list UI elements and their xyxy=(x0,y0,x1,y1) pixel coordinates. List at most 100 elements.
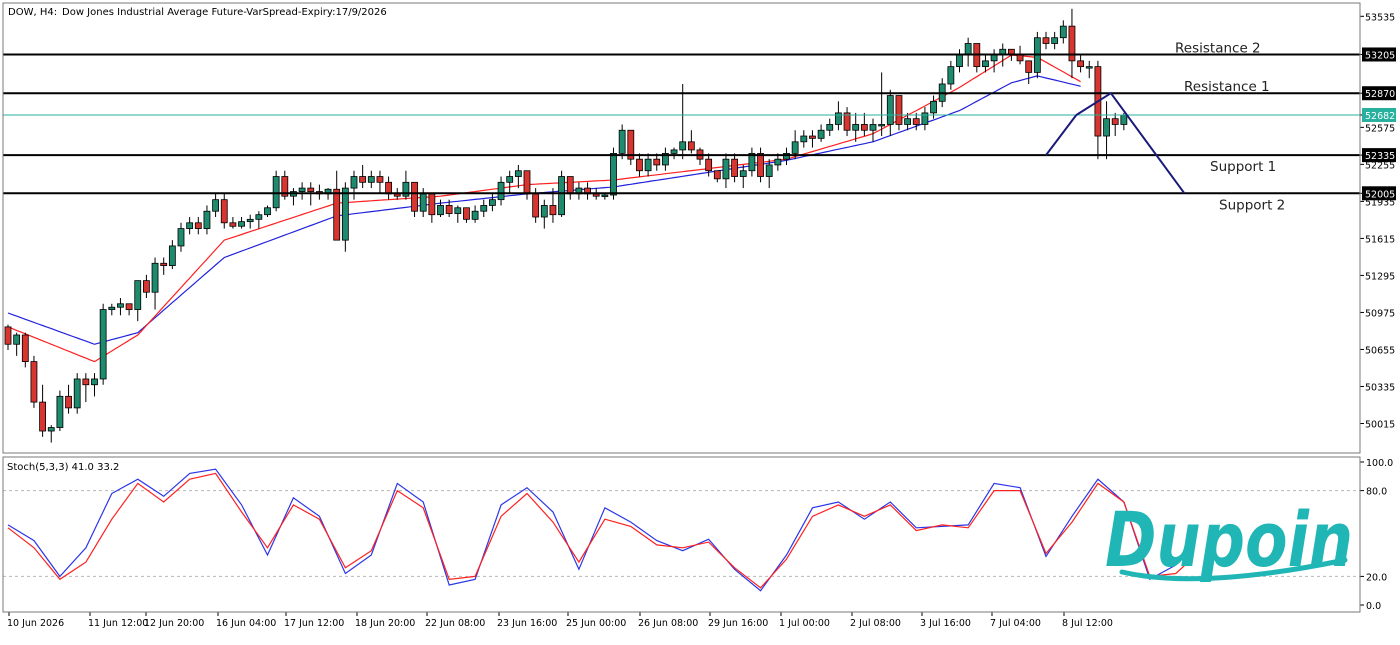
candle-body xyxy=(956,54,963,68)
candle-body xyxy=(1051,37,1059,44)
candle-body xyxy=(566,176,574,195)
x-axis-label: 12 Jun 20:00 xyxy=(144,618,204,629)
candle-body xyxy=(246,218,254,223)
candle-body xyxy=(220,199,228,224)
candle-body xyxy=(238,221,245,227)
candle-body xyxy=(497,181,505,201)
candle-body xyxy=(454,207,462,214)
candle-body xyxy=(255,214,263,220)
y-axis-label: 53535 xyxy=(1365,12,1395,23)
level-label-1: Resistance 2 xyxy=(1175,40,1261,56)
x-axis-label: 29 Jun 16:00 xyxy=(708,618,768,629)
level-label-4: Support 2 xyxy=(1219,197,1285,213)
x-axis-label: 23 Jun 16:00 xyxy=(497,618,557,629)
candle-body xyxy=(1085,66,1093,69)
candle-body xyxy=(739,170,747,177)
candle-body xyxy=(350,176,358,189)
candle-body xyxy=(549,205,557,216)
chart-root: Resistance 2 Resistance 1 Support 1 Support… xyxy=(0,0,1400,641)
candle-body xyxy=(194,222,202,229)
x-axis-label: 10 Jun 2026 xyxy=(7,618,64,629)
candle-body xyxy=(774,158,782,166)
candle-body xyxy=(1068,25,1076,62)
candle-body xyxy=(904,118,911,125)
candle-body xyxy=(636,158,643,172)
candle-body xyxy=(1016,54,1024,62)
y-axis-label: 52575 xyxy=(1365,123,1395,134)
candle-body xyxy=(852,124,860,131)
candle-body xyxy=(298,187,306,192)
x-axis-label: 8 Jul 12:00 xyxy=(1062,618,1113,629)
x-axis-label: 26 Jun 08:00 xyxy=(638,618,698,629)
candle-body xyxy=(82,378,90,386)
candle-body xyxy=(160,262,168,266)
candle-body xyxy=(930,100,937,114)
candle-body xyxy=(264,207,271,216)
chart-symbol: DOW, H4: xyxy=(8,7,57,18)
candle-body xyxy=(480,205,488,212)
candle-body xyxy=(471,210,479,220)
candle-body xyxy=(419,193,427,212)
candle-body xyxy=(809,135,816,139)
candle-body xyxy=(713,170,721,180)
candle-body xyxy=(679,141,687,151)
candle-body xyxy=(722,158,730,180)
y-axis-label: 51935 xyxy=(1365,197,1395,208)
x-axis-label: 1 Jul 00:00 xyxy=(779,618,830,629)
candle-body xyxy=(601,194,609,197)
candle-body xyxy=(177,228,185,247)
candle-body xyxy=(947,66,955,85)
candle-body xyxy=(982,60,989,68)
price-tag-label: 52870 xyxy=(1365,89,1395,100)
candle-body xyxy=(13,334,21,345)
y-axis-label: 50015 xyxy=(1365,420,1395,431)
candle-body xyxy=(644,158,652,172)
candle-body xyxy=(437,205,444,216)
candle-body xyxy=(817,129,825,139)
stoch-axis-label: 0.0 xyxy=(1366,601,1381,612)
candle-body xyxy=(506,176,514,183)
candle-body xyxy=(1111,118,1119,125)
candle-body xyxy=(30,361,38,403)
candle-body xyxy=(47,427,55,432)
candle-body xyxy=(229,222,237,227)
x-axis-label: 3 Jul 16:00 xyxy=(920,618,971,629)
candle-body xyxy=(610,152,617,196)
y-axis-label: 52255 xyxy=(1365,160,1395,171)
candle-body xyxy=(168,245,176,266)
candle-body xyxy=(964,43,972,56)
candle-body xyxy=(134,280,142,310)
candle-body xyxy=(826,124,834,131)
candle-body xyxy=(886,95,894,125)
x-axis-label: 2 Jul 08:00 xyxy=(850,618,901,629)
x-axis-label: 11 Jun 12:00 xyxy=(88,618,148,629)
level-label-3: Support 1 xyxy=(1210,159,1276,175)
level-label-2: Resistance 1 xyxy=(1184,79,1270,95)
candle-body xyxy=(523,170,531,195)
brand-logo: Dupoin xyxy=(1105,495,1353,584)
candle-body xyxy=(21,334,29,363)
candle-body xyxy=(843,112,851,131)
candle-body xyxy=(428,193,436,216)
candle-body xyxy=(687,141,695,151)
candle-body xyxy=(117,303,124,308)
candle-body xyxy=(705,158,713,172)
candle-body xyxy=(212,199,220,212)
candle-body xyxy=(757,152,764,177)
y-axis-label: 50975 xyxy=(1365,308,1395,319)
chart-description: Dow Jones Industrial Average Future-VarS… xyxy=(62,7,387,18)
y-axis-label: 50655 xyxy=(1365,345,1395,356)
candle-body xyxy=(108,306,116,310)
candle-body xyxy=(1025,60,1033,73)
candle-body xyxy=(1120,114,1128,125)
candle-body xyxy=(125,303,133,310)
candle-body xyxy=(800,135,808,143)
candle-body xyxy=(1059,25,1067,39)
candle-body xyxy=(39,401,46,432)
candle-body xyxy=(618,129,626,154)
candle-body xyxy=(151,262,159,293)
candle-body xyxy=(203,210,211,229)
candle-body xyxy=(359,176,367,183)
candle-body xyxy=(4,326,12,345)
candle-body xyxy=(272,176,280,209)
